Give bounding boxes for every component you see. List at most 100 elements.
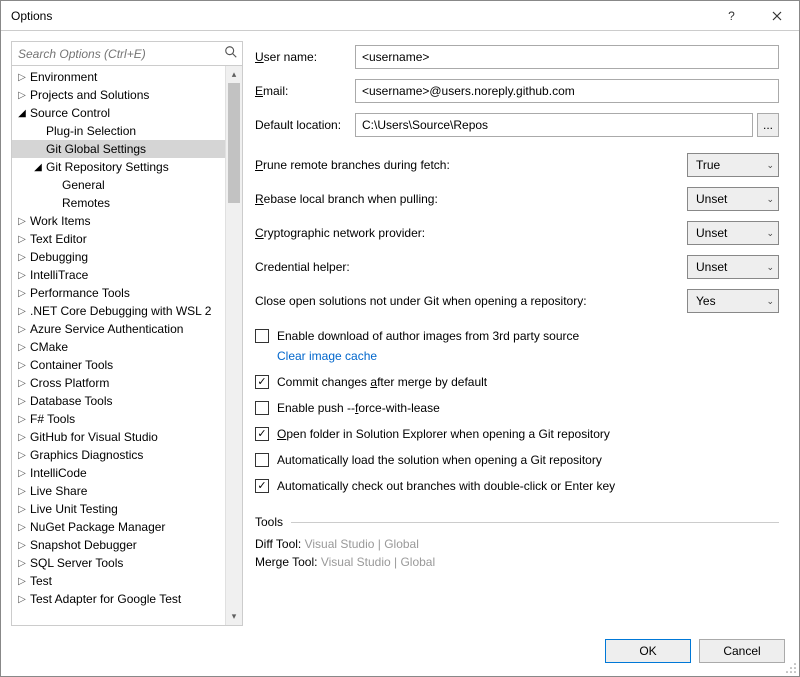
tree-item[interactable]: ▷Live Unit Testing	[12, 500, 225, 518]
tree-expand-icon[interactable]: ▷	[16, 486, 28, 497]
tree-item[interactable]: ▷Database Tools	[12, 392, 225, 410]
tree-expand-icon[interactable]: ▷	[16, 504, 28, 515]
tree-expand-icon[interactable]: ▷	[16, 216, 28, 227]
crypto-dropdown[interactable]: Unset⌄	[687, 221, 779, 245]
commit-merge-label: Commit changes after merge by default	[277, 375, 487, 389]
tree-expand-icon[interactable]: ◢	[32, 162, 44, 173]
tree-expand-icon[interactable]: ▷	[16, 342, 28, 353]
tree-item[interactable]: ▷Performance Tools	[12, 284, 225, 302]
tree-item[interactable]: ▷NuGet Package Manager	[12, 518, 225, 536]
tree-expand-icon[interactable]: ▷	[16, 468, 28, 479]
rebase-label: Rebase local branch when pulling:	[255, 192, 687, 206]
tree-scrollbar[interactable]: ▴ ▾	[225, 66, 242, 625]
scroll-up-icon[interactable]: ▴	[226, 66, 242, 83]
prune-dropdown[interactable]: True⌄	[687, 153, 779, 177]
auto-load-checkbox[interactable]	[255, 453, 269, 467]
tree-item[interactable]: ▷Text Editor	[12, 230, 225, 248]
tree-expand-icon[interactable]: ▷	[16, 90, 28, 101]
tree-item[interactable]: ▷Projects and Solutions	[12, 86, 225, 104]
cancel-button[interactable]: Cancel	[699, 639, 785, 663]
tools-section-label: Tools	[255, 515, 283, 529]
tree-item[interactable]: ▷Snapshot Debugger	[12, 536, 225, 554]
tree-item[interactable]: Plug-in Selection	[12, 122, 225, 140]
tree-item[interactable]: ▷Environment	[12, 68, 225, 86]
tree-item-label: Projects and Solutions	[30, 88, 149, 102]
merge-tool-options[interactable]: Visual Studio | Global	[321, 555, 435, 569]
tree-expand-icon[interactable]: ▷	[16, 306, 28, 317]
tree-expand-icon[interactable]: ▷	[16, 576, 28, 587]
tree-expand-icon[interactable]: ▷	[16, 540, 28, 551]
push-force-checkbox[interactable]	[255, 401, 269, 415]
diff-tool-row: Diff Tool: Visual Studio | Global	[255, 537, 779, 551]
auto-checkout-label: Automatically check out branches with do…	[277, 479, 615, 493]
tree-expand-icon[interactable]: ▷	[16, 234, 28, 245]
tree-item[interactable]: ▷CMake	[12, 338, 225, 356]
auto-checkout-checkbox[interactable]: ✓	[255, 479, 269, 493]
username-input[interactable]	[355, 45, 779, 69]
tree-item-label: Remotes	[62, 196, 110, 210]
tree-item-label: General	[62, 178, 105, 192]
tree-item-label: Live Unit Testing	[30, 502, 118, 516]
download-images-label: Enable download of author images from 3r…	[277, 329, 579, 343]
resize-grip-icon[interactable]	[785, 662, 797, 674]
download-images-checkbox[interactable]	[255, 329, 269, 343]
tree-expand-icon[interactable]: ◢	[16, 108, 28, 119]
help-button[interactable]: ?	[709, 1, 754, 30]
tree-expand-icon[interactable]: ▷	[16, 396, 28, 407]
tree-item[interactable]: ▷Azure Service Authentication	[12, 320, 225, 338]
search-box[interactable]	[12, 42, 242, 66]
tree-expand-icon[interactable]: ▷	[16, 414, 28, 425]
email-input[interactable]	[355, 79, 779, 103]
tree-item[interactable]: General	[12, 176, 225, 194]
scroll-thumb[interactable]	[228, 83, 240, 203]
tree-item[interactable]: Remotes	[12, 194, 225, 212]
tree-expand-icon[interactable]: ▷	[16, 558, 28, 569]
commit-merge-checkbox[interactable]: ✓	[255, 375, 269, 389]
close-button[interactable]	[754, 1, 799, 30]
defaultloc-input[interactable]	[355, 113, 753, 137]
closesol-dropdown[interactable]: Yes⌄	[687, 289, 779, 313]
cred-dropdown[interactable]: Unset⌄	[687, 255, 779, 279]
tree-expand-icon[interactable]: ▷	[16, 324, 28, 335]
ok-button[interactable]: OK	[605, 639, 691, 663]
tree-item[interactable]: Git Global Settings	[12, 140, 225, 158]
tree-expand-icon[interactable]: ▷	[16, 450, 28, 461]
tree-item[interactable]: ▷Debugging	[12, 248, 225, 266]
browse-button[interactable]: ...	[757, 113, 779, 137]
tree-expand-icon[interactable]: ▷	[16, 288, 28, 299]
tree-item[interactable]: ▷Container Tools	[12, 356, 225, 374]
tree-item[interactable]: ▷Cross Platform	[12, 374, 225, 392]
tree-expand-icon[interactable]: ▷	[16, 378, 28, 389]
tree-item[interactable]: ▷SQL Server Tools	[12, 554, 225, 572]
tree-expand-icon[interactable]: ▷	[16, 252, 28, 263]
settings-panel: User name: Email: Default location: ... …	[253, 41, 789, 626]
tree-expand-icon[interactable]: ▷	[16, 594, 28, 605]
tree-expand-icon[interactable]: ▷	[16, 72, 28, 83]
tree-expand-icon[interactable]: ▷	[16, 432, 28, 443]
rebase-dropdown[interactable]: Unset⌄	[687, 187, 779, 211]
clear-cache-link[interactable]: Clear image cache	[277, 349, 779, 363]
tree-expand-icon[interactable]: ▷	[16, 360, 28, 371]
diff-tool-options[interactable]: Visual Studio | Global	[305, 537, 419, 551]
tree-item[interactable]: ▷.NET Core Debugging with WSL 2	[12, 302, 225, 320]
tree-item[interactable]: ▷Test	[12, 572, 225, 590]
search-icon	[224, 45, 238, 62]
tree-item[interactable]: ▷Work Items	[12, 212, 225, 230]
tree-item[interactable]: ◢Source Control	[12, 104, 225, 122]
open-folder-checkbox[interactable]: ✓	[255, 427, 269, 441]
search-input[interactable]	[12, 42, 242, 65]
tree-item[interactable]: ▷IntelliTrace	[12, 266, 225, 284]
tree-item[interactable]: ▷Live Share	[12, 482, 225, 500]
scroll-down-icon[interactable]: ▾	[226, 608, 242, 625]
tree-item[interactable]: ◢Git Repository Settings	[12, 158, 225, 176]
tree-expand-icon[interactable]: ▷	[16, 522, 28, 533]
tree-item[interactable]: ▷F# Tools	[12, 410, 225, 428]
options-tree[interactable]: ▷Environment▷Projects and Solutions◢Sour…	[12, 66, 225, 625]
tree-expand-icon[interactable]: ▷	[16, 270, 28, 281]
tree-item[interactable]: ▷GitHub for Visual Studio	[12, 428, 225, 446]
tree-item[interactable]: ▷Graphics Diagnostics	[12, 446, 225, 464]
tree-item-label: GitHub for Visual Studio	[30, 430, 158, 444]
tree-item-label: Database Tools	[30, 394, 113, 408]
tree-item[interactable]: ▷Test Adapter for Google Test	[12, 590, 225, 608]
tree-item[interactable]: ▷IntelliCode	[12, 464, 225, 482]
